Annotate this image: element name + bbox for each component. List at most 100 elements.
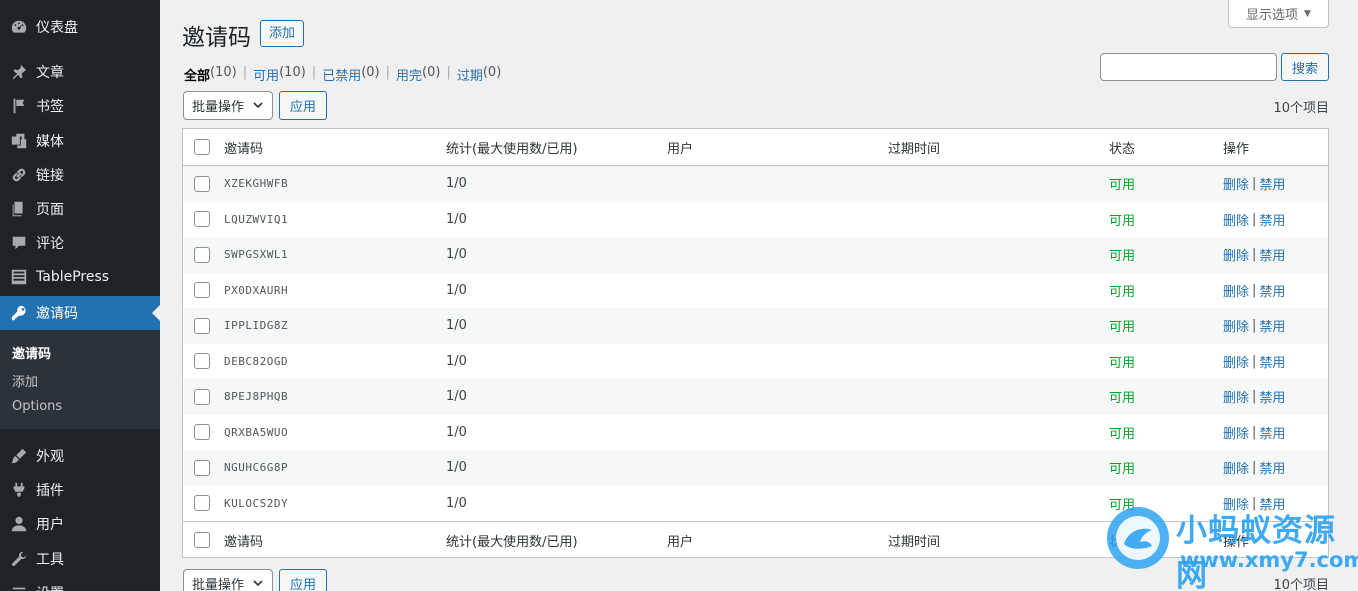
search-button[interactable]: 搜索 bbox=[1281, 53, 1329, 81]
delete-link[interactable]: 删除 bbox=[1223, 423, 1249, 442]
row-checkbox[interactable] bbox=[194, 486, 210, 522]
menu-item-pages[interactable]: 页面 bbox=[0, 192, 160, 226]
chevron-down-icon bbox=[252, 577, 264, 591]
select-all-checkbox-footer[interactable] bbox=[194, 522, 210, 558]
add-new-button[interactable]: 添加 bbox=[260, 20, 305, 47]
menu-label: TablePress bbox=[36, 269, 110, 285]
usage-stat: 1/0 bbox=[446, 424, 467, 440]
row-checkbox[interactable] bbox=[194, 273, 210, 309]
menu-label: 邀请码 bbox=[36, 306, 78, 322]
disable-link[interactable]: 禁用 bbox=[1259, 281, 1285, 300]
dashboard-icon bbox=[9, 17, 29, 37]
filter-expired-count: (0) bbox=[482, 65, 502, 80]
menu-item-comments[interactable]: 评论 bbox=[0, 226, 160, 260]
filter-used-up[interactable]: 用完 bbox=[396, 65, 422, 84]
bulk-actions-select-bottom[interactable]: 批量操作 bbox=[183, 569, 273, 591]
filter-separator: | bbox=[385, 65, 391, 80]
menu-item-tablepress[interactable]: TablePress bbox=[0, 260, 160, 294]
row-checkbox[interactable] bbox=[194, 379, 210, 415]
filter-all-count: (10) bbox=[210, 65, 237, 80]
column-header-code: 邀请码 bbox=[224, 141, 264, 157]
delete-link[interactable]: 删除 bbox=[1223, 352, 1249, 371]
menu-item-tools[interactable]: 工具 bbox=[0, 542, 160, 576]
delete-link[interactable]: 删除 bbox=[1223, 174, 1249, 193]
apply-button-bottom[interactable]: 应用 bbox=[279, 569, 327, 591]
filter-expired[interactable]: 过期 bbox=[457, 65, 483, 84]
delete-link[interactable]: 删除 bbox=[1223, 458, 1249, 477]
delete-link[interactable]: 删除 bbox=[1223, 387, 1249, 406]
delete-link[interactable]: 删除 bbox=[1223, 316, 1249, 335]
disable-link[interactable]: 禁用 bbox=[1259, 316, 1285, 335]
menu-item-settings[interactable]: 设置 bbox=[0, 576, 160, 591]
menu-item-bookmarks[interactable]: 书签 bbox=[0, 89, 160, 123]
disable-link[interactable]: 禁用 bbox=[1259, 387, 1285, 406]
menu-label: 页面 bbox=[36, 202, 64, 218]
row-checkbox[interactable] bbox=[194, 237, 210, 273]
filter-all[interactable]: 全部 bbox=[184, 65, 210, 84]
action-separator: | bbox=[1252, 282, 1257, 298]
submenu-item-add[interactable]: 添加 bbox=[12, 371, 38, 390]
select-all-checkbox[interactable] bbox=[194, 129, 210, 165]
screen-options-button[interactable]: 显示选项 ▼ bbox=[1228, 0, 1329, 28]
filter-disabled[interactable]: 已禁用 bbox=[322, 65, 361, 84]
menu-item-invite-codes[interactable]: 邀请码 bbox=[0, 296, 160, 330]
status-filters: 全部 (10) | 可用 (10) | 已禁用 (0) | 用完 (0) | 过期 (0) bbox=[184, 65, 501, 84]
disable-link[interactable]: 禁用 bbox=[1259, 458, 1285, 477]
apply-button-top[interactable]: 应用 bbox=[279, 91, 327, 120]
media-icon bbox=[9, 131, 29, 151]
menu-item-plugins[interactable]: 插件 bbox=[0, 473, 160, 507]
menu-item-media[interactable]: 媒体 bbox=[0, 124, 160, 158]
disable-link[interactable]: 禁用 bbox=[1259, 245, 1285, 264]
filter-available-count: (10) bbox=[279, 65, 306, 80]
caret-down-icon: ▼ bbox=[1304, 8, 1311, 19]
bulk-actions-select-top[interactable]: 批量操作 bbox=[183, 91, 273, 120]
bulk-actions-label: 批量操作 bbox=[192, 578, 245, 591]
disable-link[interactable]: 禁用 bbox=[1259, 423, 1285, 442]
disable-link[interactable]: 禁用 bbox=[1259, 352, 1285, 371]
table-row: IPPLIDG8Z 1/0 可用 删除 | 禁用 bbox=[183, 308, 1328, 344]
search-input[interactable] bbox=[1100, 53, 1277, 81]
row-checkbox[interactable] bbox=[194, 308, 210, 344]
menu-item-posts[interactable]: 文章 bbox=[0, 55, 160, 89]
menu-label: 媒体 bbox=[36, 134, 64, 150]
status-badge: 可用 bbox=[1109, 426, 1136, 442]
status-badge: 可用 bbox=[1109, 284, 1136, 300]
menu-label: 外观 bbox=[36, 449, 64, 465]
disable-link[interactable]: 禁用 bbox=[1259, 210, 1285, 229]
row-checkbox[interactable] bbox=[194, 450, 210, 486]
menu-label: 工具 bbox=[36, 552, 64, 568]
usage-stat: 1/0 bbox=[446, 460, 467, 476]
status-badge: 可用 bbox=[1109, 320, 1136, 336]
invite-code: DEBC82OGD bbox=[224, 354, 289, 368]
filter-separator: | bbox=[311, 65, 317, 80]
filter-used-up-count: (0) bbox=[422, 65, 441, 80]
disable-link[interactable]: 禁用 bbox=[1259, 174, 1285, 193]
filter-available[interactable]: 可用 bbox=[253, 65, 279, 84]
menu-item-dashboard[interactable]: 仪表盘 bbox=[0, 10, 160, 44]
invite-code: IPPLIDG8Z bbox=[224, 319, 289, 333]
screen-options-label: 显示选项 bbox=[1246, 8, 1299, 23]
menu-item-links[interactable]: 链接 bbox=[0, 158, 160, 192]
status-badge: 可用 bbox=[1109, 178, 1136, 194]
invite-code: LQUZWVIQ1 bbox=[224, 212, 289, 226]
menu-item-appearance[interactable]: 外观 bbox=[0, 439, 160, 473]
delete-link[interactable]: 删除 bbox=[1223, 281, 1249, 300]
comment-icon bbox=[9, 233, 29, 253]
submenu-item-options[interactable]: Options bbox=[12, 399, 62, 414]
submenu-item-list[interactable]: 邀请码 bbox=[12, 343, 51, 362]
invite-code: QRXBA5WUO bbox=[224, 425, 289, 439]
row-checkbox[interactable] bbox=[194, 166, 210, 202]
row-checkbox[interactable] bbox=[194, 202, 210, 238]
usage-stat: 1/0 bbox=[446, 389, 467, 405]
usage-stat: 1/0 bbox=[446, 353, 467, 369]
row-checkbox[interactable] bbox=[194, 344, 210, 380]
items-count-top: 10个项目 bbox=[1273, 101, 1329, 116]
row-checkbox[interactable] bbox=[194, 415, 210, 451]
delete-link[interactable]: 删除 bbox=[1223, 210, 1249, 229]
invite-code: 8PEJ8PHQB bbox=[224, 390, 289, 404]
delete-link[interactable]: 删除 bbox=[1223, 245, 1249, 264]
table-row: DEBC82OGD 1/0 可用 删除 | 禁用 bbox=[183, 344, 1328, 380]
menu-label: 书签 bbox=[36, 99, 64, 115]
usage-stat: 1/0 bbox=[446, 247, 467, 263]
menu-item-users[interactable]: 用户 bbox=[0, 507, 160, 541]
